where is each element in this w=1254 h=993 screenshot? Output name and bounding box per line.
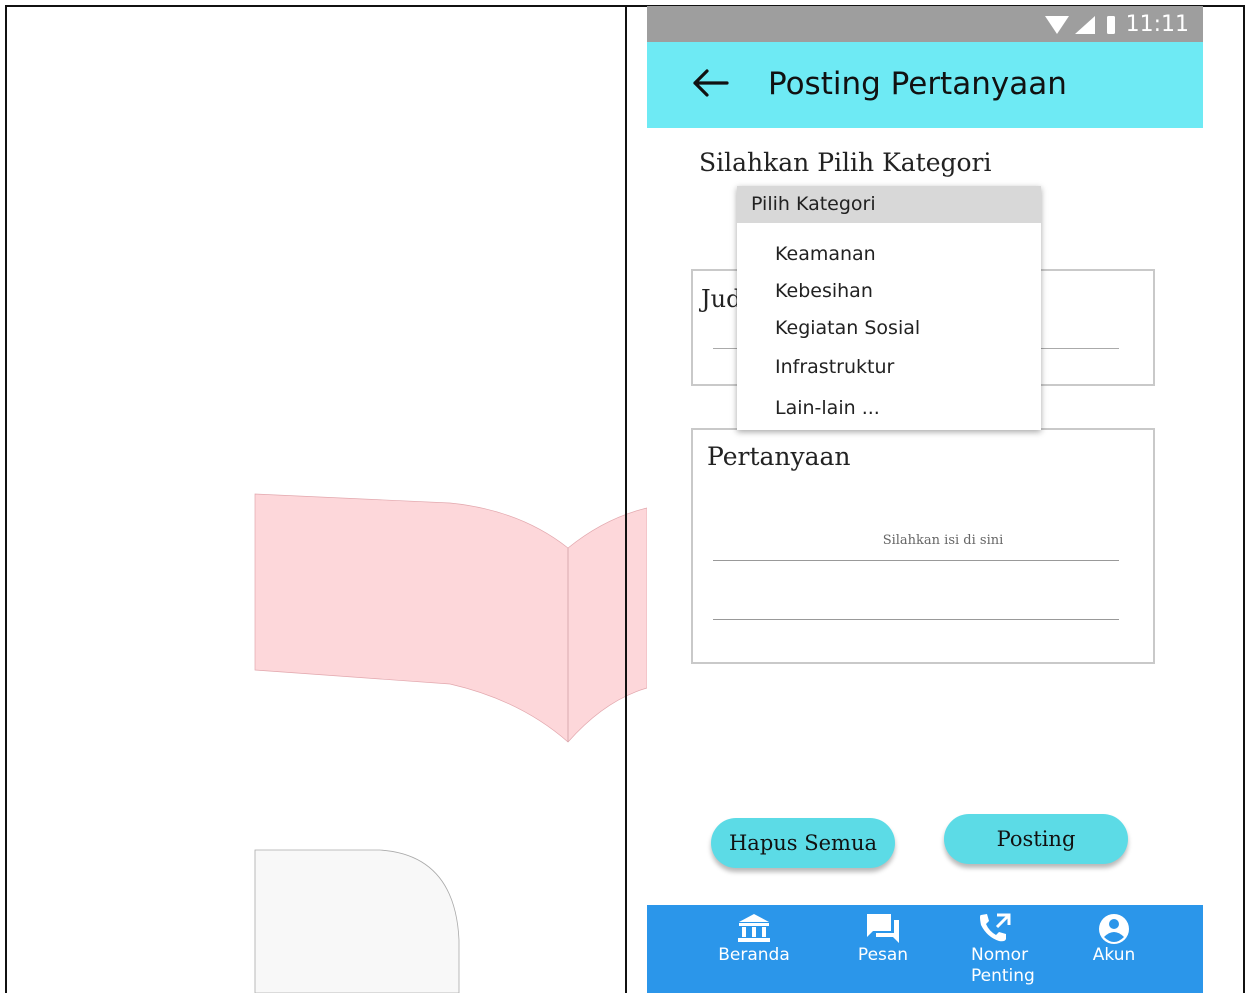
- signal-battery-icon: [1045, 16, 1115, 34]
- pertanyaan-underline: [713, 560, 1119, 561]
- dropdown-option-kegiatan-sosial[interactable]: Kegiatan Sosial: [775, 317, 920, 339]
- nav-label-pesan: Pesan: [857, 945, 909, 965]
- panel-divider: [625, 5, 627, 993]
- phone-icon: [980, 913, 1011, 942]
- category-dropdown[interactable]: Pilih Kategori Keamanan Kebesihan Kegiat…: [737, 186, 1041, 430]
- nav-item-beranda[interactable]: Beranda: [699, 905, 809, 993]
- dropdown-option-kebesihan[interactable]: Kebesihan: [775, 280, 873, 302]
- pertanyaan-underline-2: [713, 619, 1119, 620]
- bottom-nav: Beranda Pesan Nomor Penting Akun: [647, 905, 1203, 993]
- page-title: Posting Pertanyaan: [768, 66, 1067, 102]
- judul-label: Jud: [701, 285, 742, 313]
- dropdown-option-keamanan[interactable]: Keamanan: [775, 243, 876, 265]
- pertanyaan-field[interactable]: Pertanyaan Silahkan isi di sini: [691, 428, 1155, 664]
- category-prompt: Silahkan Pilih Kategori: [699, 148, 992, 177]
- nav-item-nomor-penting[interactable]: Nomor Penting: [941, 905, 1051, 993]
- status-bar: 11:11: [647, 6, 1203, 42]
- dropdown-header[interactable]: Pilih Kategori: [737, 186, 1041, 223]
- back-arrow-icon[interactable]: [691, 68, 731, 98]
- page-curl-decoration: [254, 493, 647, 993]
- clear-all-button[interactable]: Hapus Semua: [711, 818, 895, 868]
- post-button[interactable]: Posting: [944, 814, 1128, 864]
- account-icon: [1099, 914, 1129, 944]
- phone-screen: 11:11 Posting Pertanyaan Silahkan Pilih …: [647, 6, 1203, 993]
- nav-label-beranda: Beranda: [718, 945, 790, 965]
- chat-icon: [867, 914, 899, 943]
- pertanyaan-placeholder[interactable]: Silahkan isi di sini: [693, 533, 1153, 548]
- clock: 11:11: [1125, 12, 1189, 37]
- nav-item-pesan[interactable]: Pesan: [828, 905, 938, 993]
- bank-icon: [738, 914, 770, 942]
- pertanyaan-label: Pertanyaan: [707, 442, 851, 471]
- nav-item-akun[interactable]: Akun: [1059, 905, 1169, 993]
- nav-label-nomor-penting: Nomor Penting: [971, 945, 1035, 986]
- dropdown-option-infrastruktur[interactable]: Infrastruktur: [775, 356, 894, 378]
- nav-label-akun: Akun: [1092, 945, 1136, 965]
- dropdown-option-lain-lain[interactable]: Lain-lain ...: [775, 397, 880, 419]
- app-bar: Posting Pertanyaan: [647, 42, 1203, 128]
